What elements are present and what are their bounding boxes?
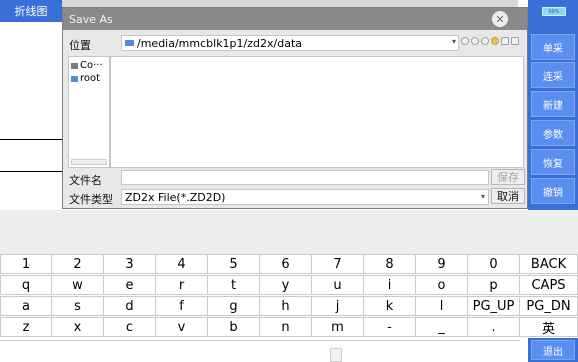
new-button[interactable]: 新建 (531, 91, 575, 117)
back-icon[interactable] (461, 37, 469, 45)
key-u[interactable]: u (312, 275, 364, 295)
place-label: root (80, 73, 101, 84)
key-8[interactable]: 8 (364, 254, 416, 274)
single-sample-button[interactable]: 单采 (531, 34, 575, 60)
filetype-value: ZD2x File(*.ZD2D) (125, 190, 226, 204)
key-n[interactable]: n (260, 317, 312, 337)
filename-input[interactable] (121, 170, 489, 185)
save-as-dialog: Save As ✕ 位置 /media/mmcblk1p1/zd2x/data … (62, 7, 528, 209)
restore-button[interactable]: 恢复 (531, 149, 575, 175)
list-view-icon[interactable] (501, 37, 509, 45)
key-o[interactable]: o (416, 275, 468, 295)
exit-area: 退出 (528, 338, 578, 362)
chevron-down-icon: ▾ (451, 37, 456, 46)
key-e[interactable]: e (104, 275, 156, 295)
key-y[interactable]: y (260, 275, 312, 295)
location-path: /media/mmcblk1p1/zd2x/data (137, 36, 302, 50)
key-d[interactable]: d (104, 296, 156, 316)
key-t[interactable]: t (208, 275, 260, 295)
parameters-button[interactable]: 参数 (531, 120, 575, 146)
key-caps[interactable]: CAPS (520, 275, 578, 295)
key-h[interactable]: h (260, 296, 312, 316)
file-list[interactable] (110, 56, 524, 168)
key-7[interactable]: 7 (312, 254, 364, 274)
key-b[interactable]: b (208, 317, 260, 337)
key-1[interactable]: 1 (0, 254, 52, 274)
place-computer[interactable]: Co··· (71, 59, 107, 72)
folder-icon (125, 40, 134, 46)
exit-button[interactable]: 退出 (531, 340, 575, 360)
scroll-handle[interactable] (330, 348, 342, 362)
key-q[interactable]: q (0, 275, 52, 295)
filetype-select[interactable]: ZD2x File(*.ZD2D) ▾ (121, 189, 489, 205)
keyboard-spacer (0, 210, 578, 254)
tab-line-chart[interactable]: 折线图 (0, 0, 62, 22)
key-back[interactable]: BACK (520, 254, 578, 274)
drive-icon (71, 62, 78, 69)
forward-icon[interactable] (471, 37, 479, 45)
parent-folder-icon[interactable] (481, 37, 489, 45)
key-g[interactable]: g (208, 296, 260, 316)
cancel-button[interactable]: 取消 (491, 188, 525, 204)
filename-label: 文件名 (69, 174, 102, 187)
key-i[interactable]: i (364, 275, 416, 295)
location-label: 位置 (69, 39, 91, 52)
save-button[interactable]: 保存 (491, 169, 525, 185)
place-label: Co··· (80, 60, 103, 71)
place-root[interactable]: root (71, 72, 107, 85)
folder-icon (71, 75, 78, 82)
places-sidebar: Co··· root (68, 56, 110, 168)
background-line (0, 139, 62, 140)
undo-button[interactable]: 撤销 (531, 178, 575, 204)
key-sym-3-9[interactable]: . (468, 317, 520, 337)
key-r[interactable]: r (156, 275, 208, 295)
background-line (0, 171, 62, 172)
key-5[interactable]: 5 (208, 254, 260, 274)
right-sidebar: 99% 单采 连采 新建 参数 恢复 撤销 (528, 0, 578, 210)
key-9[interactable]: 9 (416, 254, 468, 274)
key-0[interactable]: 0 (468, 254, 520, 274)
key-c[interactable]: c (104, 317, 156, 337)
close-icon[interactable]: ✕ (492, 11, 508, 27)
key-z[interactable]: z (0, 317, 52, 337)
detail-view-icon[interactable] (511, 37, 519, 45)
filetype-label: 文件类型 (69, 193, 113, 206)
nav-toolbar (461, 37, 519, 45)
dialog-title: Save As (69, 12, 113, 26)
input-preview (0, 340, 520, 362)
location-combobox[interactable]: /media/mmcblk1p1/zd2x/data ▾ (121, 35, 459, 51)
key-k[interactable]: k (364, 296, 416, 316)
key-f[interactable]: f (156, 296, 208, 316)
continuous-sample-button[interactable]: 连采 (531, 62, 575, 88)
key-pgup[interactable]: PG_UP (468, 296, 520, 316)
key-j[interactable]: j (312, 296, 364, 316)
key-a[interactable]: a (0, 296, 52, 316)
key-2[interactable]: 2 (52, 254, 104, 274)
battery-icon: 99% (542, 7, 566, 16)
key-s[interactable]: s (52, 296, 104, 316)
key-v[interactable]: v (156, 317, 208, 337)
key-sym-3-7[interactable]: - (364, 317, 416, 337)
dialog-titlebar[interactable]: Save As (63, 8, 527, 30)
new-folder-icon[interactable] (491, 37, 499, 45)
key-sym-3-8[interactable]: _ (416, 317, 468, 337)
places-scrollbar[interactable] (71, 159, 107, 165)
key-4[interactable]: 4 (156, 254, 208, 274)
key-3[interactable]: 3 (104, 254, 156, 274)
key-l[interactable]: l (416, 296, 468, 316)
key-w[interactable]: w (52, 275, 104, 295)
key-m[interactable]: m (312, 317, 364, 337)
key-p[interactable]: p (468, 275, 520, 295)
key-6[interactable]: 6 (260, 254, 312, 274)
key-sym-3-10[interactable]: 英 (520, 317, 578, 337)
key-pgdn[interactable]: PG_DN (520, 296, 578, 316)
chevron-down-icon: ▾ (480, 192, 485, 201)
key-x[interactable]: x (52, 317, 104, 337)
